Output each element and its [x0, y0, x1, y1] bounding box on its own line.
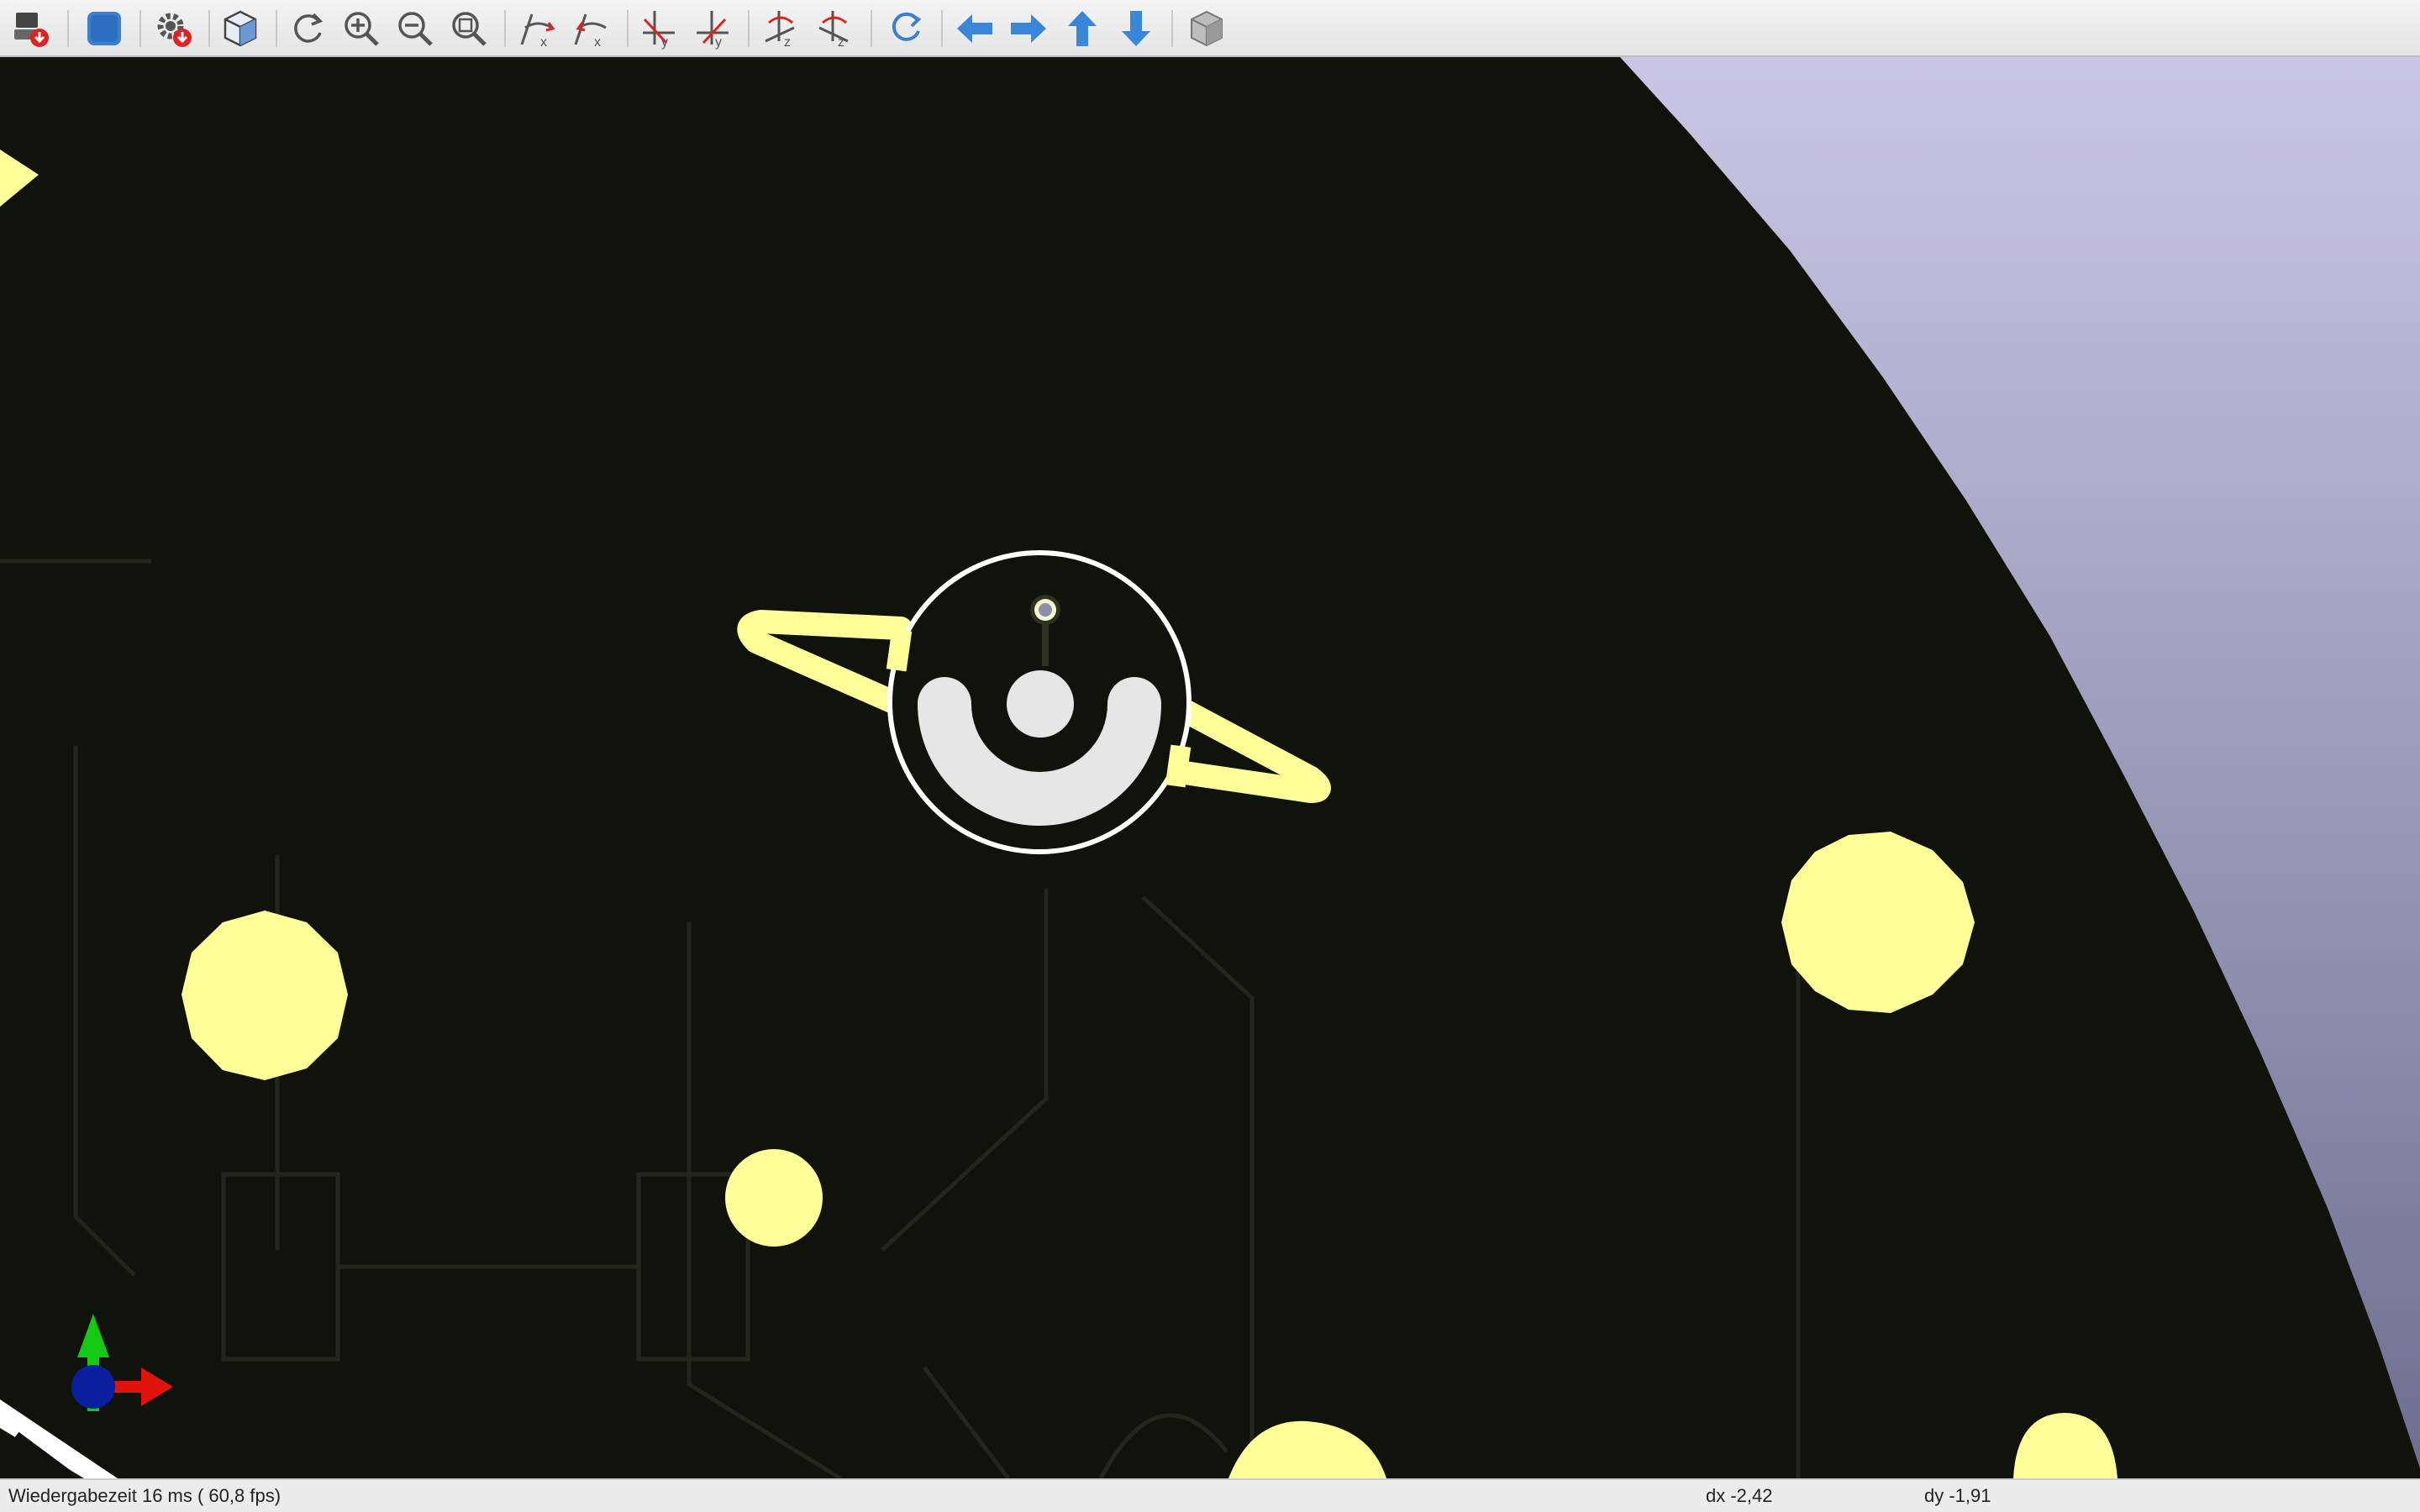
zoom-out-button[interactable]	[392, 5, 439, 52]
rotate-x-ccw-icon: x	[574, 13, 607, 50]
dx-readout: dx -2,42	[1706, 1485, 1773, 1506]
copper-pad-small	[725, 1149, 823, 1247]
gear-icon	[157, 13, 192, 47]
status-bar: Wiedergabezeit 16 ms ( 60,8 fps) dx -2,4…	[0, 1478, 2420, 1512]
arrow-down-icon	[1122, 11, 1150, 46]
settings-button[interactable]	[150, 5, 197, 52]
export-step-button[interactable]	[7, 5, 54, 52]
rotate-x-cw-icon: x	[520, 13, 555, 50]
rotate-z-cw-button[interactable]: z	[758, 5, 805, 52]
view-3d-button[interactable]	[1183, 5, 1230, 52]
3d-viewport[interactable]	[0, 57, 2420, 1478]
move-down-button[interactable]	[1113, 5, 1160, 52]
pcb-scene	[0, 57, 2420, 1478]
rotate-z-ccw-icon: z	[818, 11, 849, 50]
svg-text:y: y	[661, 35, 668, 50]
arrow-up-icon	[1068, 11, 1097, 46]
svg-text:x: x	[594, 35, 601, 50]
view-orthographic-button[interactable]	[217, 5, 264, 52]
rotate-z-ccw-button[interactable]: z	[812, 5, 859, 52]
arrow-right-icon	[1011, 14, 1046, 43]
zoom-fit-icon	[452, 12, 487, 46]
rotate-z-cw-icon: z	[765, 11, 795, 50]
reload-button[interactable]	[284, 5, 331, 52]
flip-board-button[interactable]	[882, 5, 929, 52]
export-icon	[14, 13, 49, 47]
refresh-icon	[294, 13, 324, 43]
rotate-y-cw-icon: y	[643, 11, 675, 50]
board-color-button[interactable]	[81, 5, 128, 52]
rotate-x-cw-button[interactable]: x	[514, 5, 561, 52]
cube-solid-icon	[1191, 10, 1223, 47]
arrow-left-icon	[957, 14, 992, 43]
move-left-button[interactable]	[951, 5, 998, 52]
rotate-y-ccw-button[interactable]: y	[689, 5, 736, 52]
rotate-y-cw-button[interactable]: y	[635, 5, 682, 52]
move-right-button[interactable]	[1005, 5, 1052, 52]
rotate-x-ccw-button[interactable]: x	[568, 5, 615, 52]
zoom-in-button[interactable]	[338, 5, 385, 52]
svg-text:z: z	[784, 35, 791, 50]
board-color-icon	[87, 12, 121, 45]
render-time-text: Wiedergabezeit 16 ms ( 60,8 fps)	[8, 1485, 281, 1506]
flip-icon	[892, 12, 922, 41]
move-up-button[interactable]	[1059, 5, 1106, 52]
svg-text:y: y	[715, 35, 722, 50]
rotate-y-ccw-icon: y	[697, 11, 729, 50]
dy-readout: dy -1,91	[1924, 1485, 1991, 1506]
svg-text:x: x	[540, 35, 547, 50]
toolbar: x x y y z z	[0, 0, 2420, 57]
svg-text:z: z	[838, 35, 844, 50]
zoom-in-icon	[345, 12, 379, 46]
cube-wireframe-icon	[224, 10, 257, 47]
zoom-out-icon	[398, 12, 433, 46]
zoom-fit-button[interactable]	[445, 5, 492, 52]
